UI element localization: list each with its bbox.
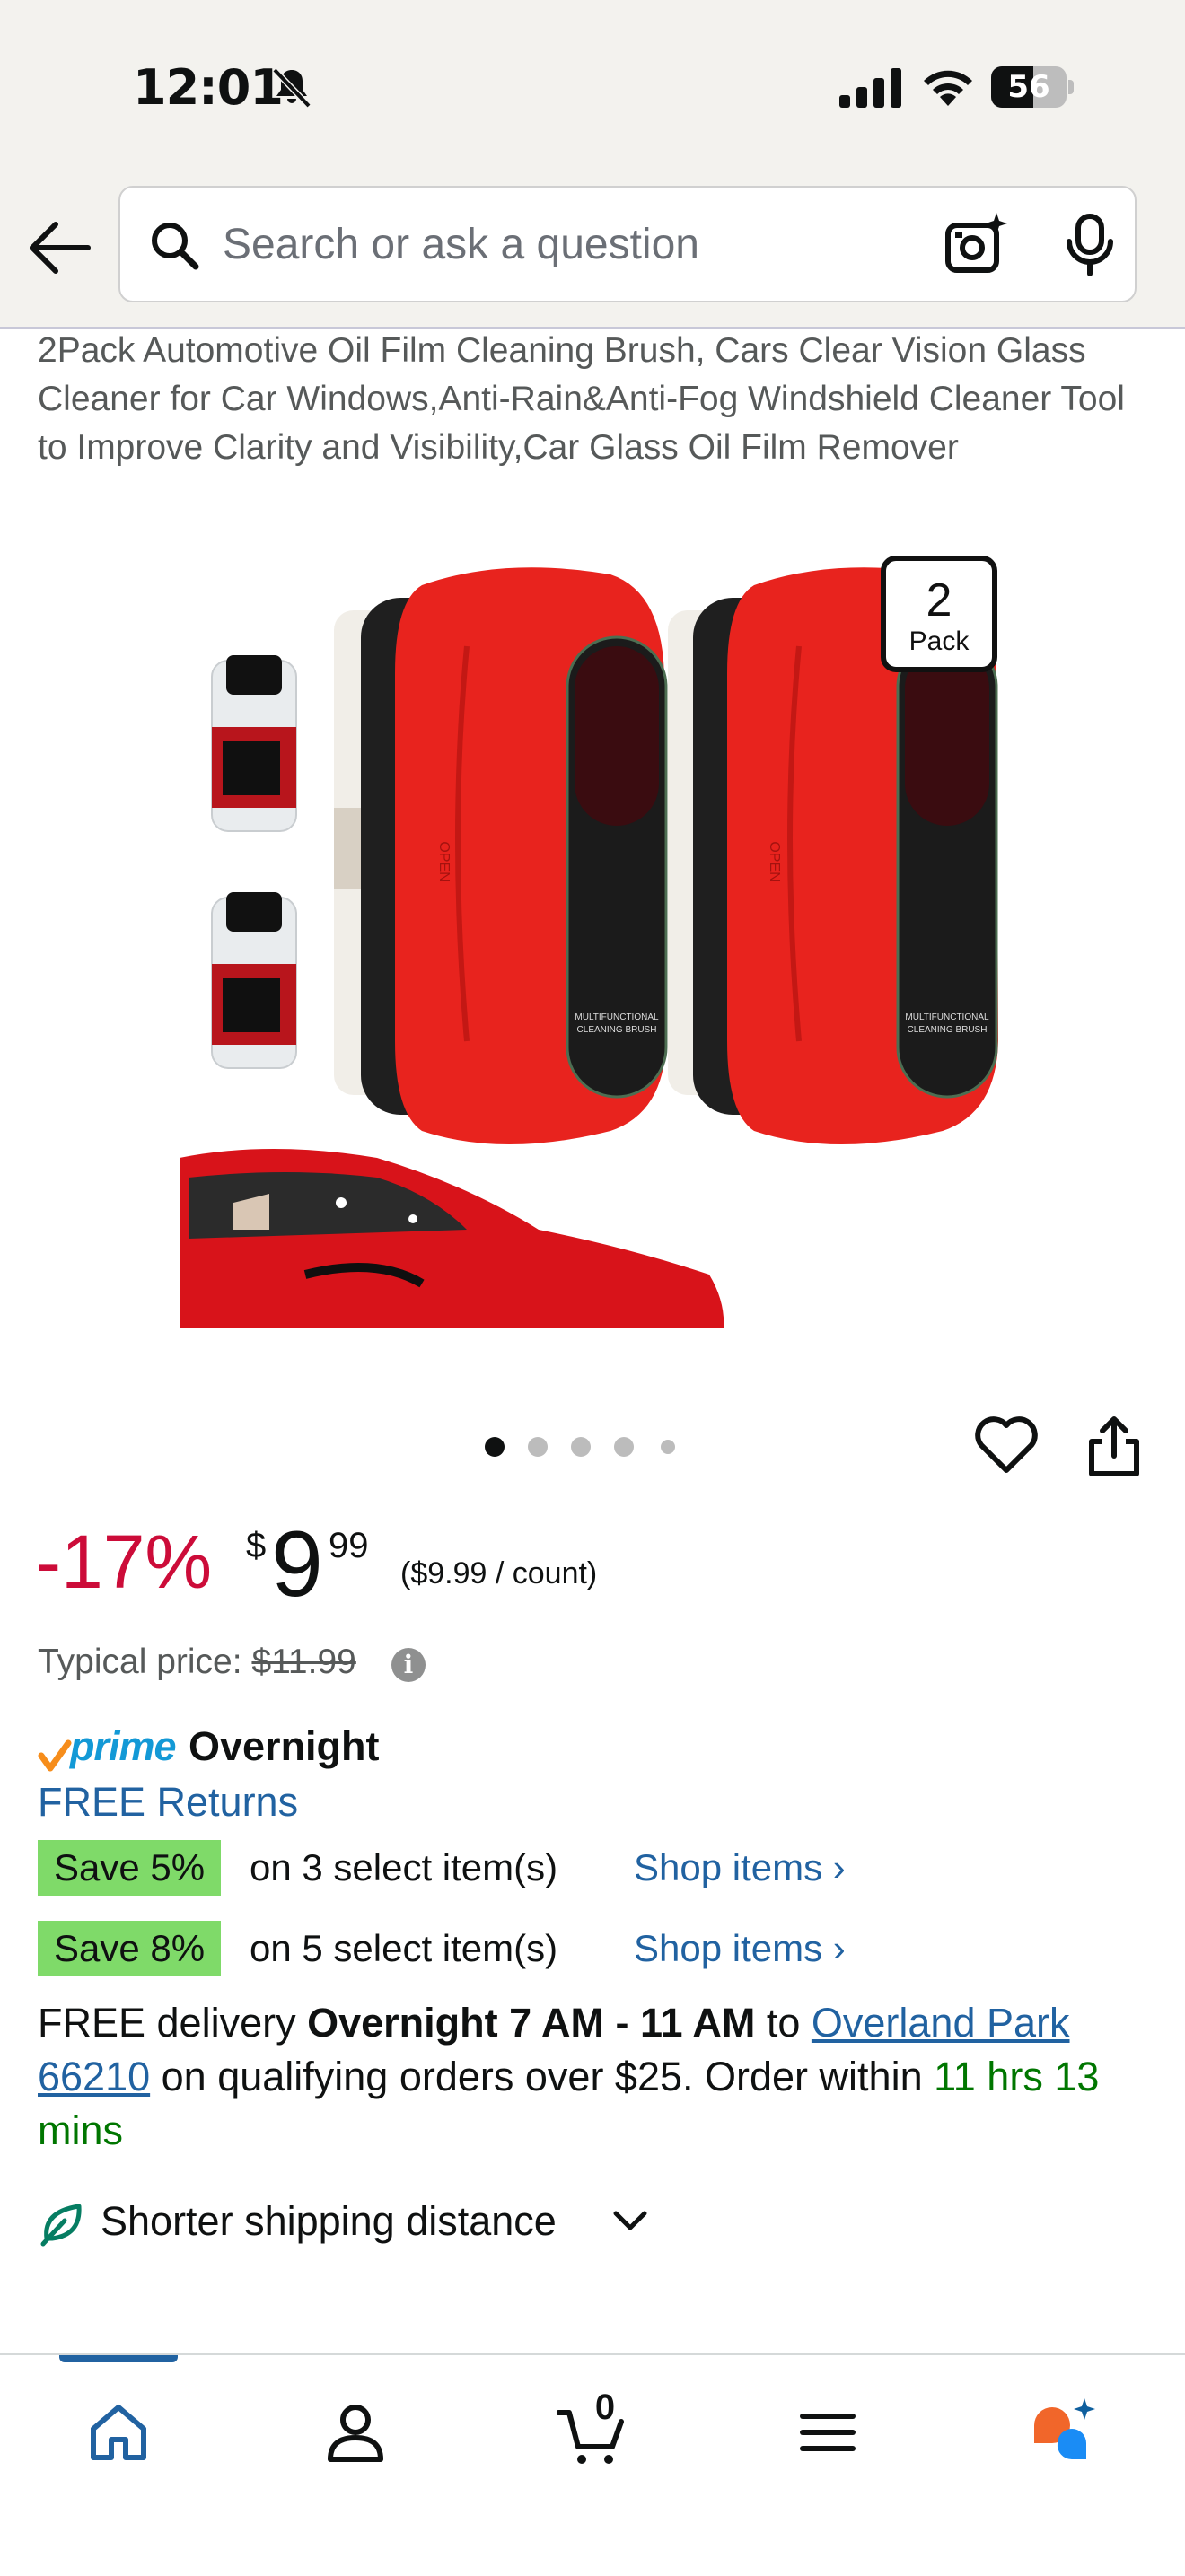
carousel-dot[interactable]	[571, 1437, 591, 1457]
nav-menu[interactable]	[774, 2391, 882, 2481]
search-input[interactable]	[223, 188, 959, 301]
cleaner-bottle-bottom	[211, 892, 297, 1069]
prime-check-icon	[38, 1739, 72, 1772]
bottom-nav: 0	[0, 2353, 1185, 2576]
status-time: 12:01	[133, 59, 284, 116]
microphone-icon[interactable]	[1063, 213, 1117, 277]
rufus-icon	[1034, 2398, 1095, 2460]
info-icon[interactable]: i	[391, 1648, 426, 1682]
device-side-label-left: OPEN	[436, 841, 452, 881]
search-bar[interactable]	[118, 186, 1137, 302]
promo-text: on 5 select item(s)	[250, 1927, 558, 1969]
carousel-dot[interactable]	[528, 1437, 548, 1457]
carousel-dot[interactable]	[614, 1437, 634, 1457]
camera-search-icon[interactable]	[944, 213, 1009, 276]
device-label-line1-left: MULTIFUNCTIONAL	[575, 1012, 659, 1022]
delivery-suffix: on qualifying orders over $25. Order wit…	[150, 2054, 935, 2099]
save-badge: Save 5%	[38, 1840, 222, 1896]
cleaner-bottle-top	[211, 655, 297, 832]
heart-icon[interactable]	[973, 1413, 1040, 1476]
leaf-icon	[40, 2204, 82, 2247]
shop-items-link[interactable]: Shop items ›	[634, 1840, 846, 1896]
delivery-to: to	[755, 2000, 812, 2046]
carousel-dot[interactable]	[661, 1440, 675, 1454]
device-label-line2-right: CLEANING BRUSH	[908, 1025, 988, 1035]
free-returns-link[interactable]: FREE Returns	[38, 1775, 298, 1829]
price-currency: $	[246, 1526, 267, 1565]
delivery-window: Overnight 7 AM - 11 AM	[307, 2000, 756, 2046]
carousel-dot[interactable]	[485, 1437, 505, 1457]
nav-cart[interactable]: 0	[537, 2388, 645, 2481]
discount-percent: -17%	[36, 1520, 213, 1604]
save-badge: Save 8%	[38, 1921, 222, 1976]
cellular-signal-icon	[839, 68, 901, 108]
bell-off-icon	[272, 67, 312, 109]
device-label-line2-left: CLEANING BRUSH	[577, 1025, 657, 1035]
typical-price-label: Typical price:	[38, 1643, 242, 1681]
back-arrow-icon[interactable]	[25, 214, 93, 282]
product-image[interactable]: MULTIFUNCTIONAL CLEANING BRUSH OPEN MULT…	[0, 539, 1185, 1346]
wifi-icon	[924, 70, 972, 106]
delivery-prefix: FREE delivery	[38, 2000, 308, 2046]
pack-number: 2	[926, 574, 952, 626]
price-whole: 9	[271, 1512, 323, 1617]
prime-logo: prime	[70, 1723, 177, 1769]
battery-icon: 56	[991, 66, 1074, 108]
image-carousel-dots[interactable]	[485, 1433, 700, 1459]
pack-label: Pack	[909, 626, 970, 656]
cleaning-device-left: MULTIFUNCTIONAL CLEANING BRUSH OPEN	[334, 567, 668, 1144]
pack-badge: 2 Pack	[881, 556, 997, 672]
status-bar: 12:01 56	[0, 0, 1185, 171]
price-fraction: 99	[329, 1526, 369, 1565]
nav-account[interactable]	[302, 2391, 409, 2481]
home-icon	[91, 2405, 146, 2460]
cart-count: 0	[594, 2388, 616, 2427]
device-label-line1-right: MULTIFUNCTIONAL	[905, 1012, 989, 1022]
device-side-label-right: OPEN	[767, 841, 782, 881]
unit-price: ($9.99 / count)	[400, 1556, 598, 1590]
product-title: 2Pack Automotive Oil Film Cleaning Brush…	[38, 331, 1125, 467]
red-car	[180, 1149, 725, 1328]
typical-price-value: $11.99	[251, 1643, 356, 1681]
nav-active-indicator	[59, 2355, 178, 2362]
account-icon	[328, 2405, 383, 2462]
typical-price: Typical price: $11.99	[38, 1643, 356, 1682]
shop-items-link[interactable]: Shop items ›	[634, 1921, 846, 1976]
nav-rufus[interactable]	[1009, 2391, 1117, 2481]
shipping-distance-label: Shorter shipping distance	[101, 2198, 557, 2244]
delivery-info: FREE delivery Overnight 7 AM - 11 AM to …	[38, 1996, 1160, 2158]
search-icon	[152, 223, 199, 270]
nav-home[interactable]	[65, 2391, 172, 2481]
promo-text: on 3 select item(s)	[250, 1846, 558, 1888]
menu-icon	[800, 2414, 856, 2451]
prime-speed: Overnight	[189, 1723, 380, 1769]
share-icon[interactable]	[1084, 1415, 1144, 1479]
chevron-down-icon	[613, 2211, 647, 2230]
battery-level: 56	[1007, 69, 1050, 105]
